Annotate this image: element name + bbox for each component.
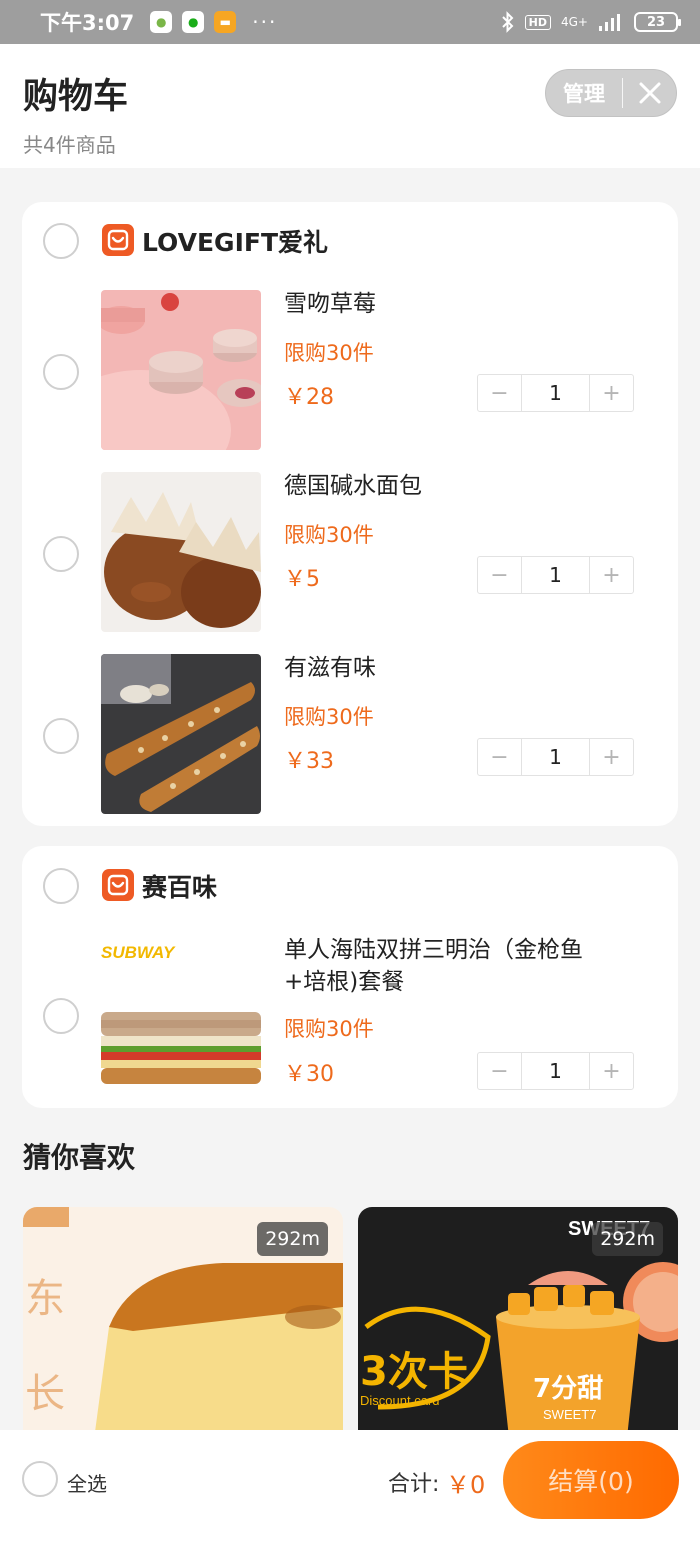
item-select-radio[interactable] xyxy=(43,998,79,1034)
product-price: ￥28 xyxy=(284,385,334,410)
promo-sub-text: Discount card xyxy=(360,1393,439,1408)
quantity-value[interactable]: 1 xyxy=(521,375,590,411)
recommend-card-sweet7[interactable]: SWEET7 3次卡 Discount card 7分甜 SWEET7 292m xyxy=(358,1207,678,1447)
close-icon xyxy=(639,82,660,104)
item-select-radio[interactable] xyxy=(43,718,79,754)
store-logo-icon xyxy=(102,869,134,901)
product-price: ￥33 xyxy=(284,749,334,774)
svg-text:长: 长 xyxy=(25,1371,65,1417)
product-name[interactable]: 有滋有味 xyxy=(284,652,376,684)
increase-button[interactable]: + xyxy=(590,375,633,411)
total-label: 合计: xyxy=(388,1472,440,1497)
quantity-value[interactable]: 1 xyxy=(521,1053,590,1089)
store-name[interactable]: LOVEGIFT爱礼 xyxy=(142,223,328,259)
store-select-radio[interactable] xyxy=(43,223,79,259)
signal-icon xyxy=(599,14,620,31)
svg-text:东: 东 xyxy=(25,1276,65,1322)
decrease-button[interactable]: − xyxy=(478,557,521,593)
store-logo-icon xyxy=(102,224,134,256)
product-name[interactable]: 德国碱水面包 xyxy=(284,470,422,502)
product-price: ￥5 xyxy=(284,567,320,592)
store-name[interactable]: 赛百味 xyxy=(142,868,217,904)
item-select-radio[interactable] xyxy=(43,354,79,390)
battery-icon: 23 xyxy=(634,12,681,32)
hd-icon: HD xyxy=(524,14,551,30)
recommend-card-cake[interactable]: 东 长 292m xyxy=(23,1207,343,1447)
subway-logo: SUBWAY xyxy=(101,943,176,962)
wechat-icon: ● xyxy=(182,11,205,33)
status-time: 下午3:07 xyxy=(40,11,135,35)
product-name-line1[interactable]: 单人海陆双拼三明治（金枪鱼 xyxy=(284,934,583,966)
increase-button[interactable]: + xyxy=(590,557,633,593)
distance-badge: 292m xyxy=(257,1222,328,1256)
store-card-lovegift: LOVEGIFT爱礼 雪吻草莓 限购30件 ￥28 − 1 + 德国碱水面包 限… xyxy=(22,202,678,826)
decrease-button[interactable]: − xyxy=(478,1053,521,1089)
increase-button[interactable]: + xyxy=(590,1053,633,1089)
product-price: ￥30 xyxy=(284,1062,334,1087)
page-title: 购物车 xyxy=(23,77,129,117)
distance-badge: 292m xyxy=(592,1222,663,1256)
product-image-strawberry[interactable] xyxy=(101,290,261,450)
select-all-radio[interactable] xyxy=(22,1461,58,1497)
product-image-pretzel-bread[interactable] xyxy=(101,472,261,632)
product-image-breadsticks[interactable] xyxy=(101,654,261,814)
product-image-sandwich[interactable]: SUBWAY xyxy=(101,936,261,1096)
note-app-icon: ▬ xyxy=(214,11,237,33)
purchase-limit: 限购30件 xyxy=(284,705,374,729)
product-name-line2[interactable]: +培根)套餐 xyxy=(284,966,404,998)
recommend-title: 猜你喜欢 xyxy=(23,1141,136,1174)
store-card-subway: 赛百味 SUBWAY 单人海陆双拼三明治（金枪鱼 +培根)套餐 限购30件 ￥3… xyxy=(22,846,678,1108)
cup-brand-text: 7分甜 xyxy=(533,1374,603,1404)
decrease-button[interactable]: − xyxy=(478,375,521,411)
cart-header: 购物车 共4件商品 管理 xyxy=(0,44,700,168)
purchase-limit: 限购30件 xyxy=(284,1017,374,1041)
select-all-label[interactable]: 全选 xyxy=(67,1468,107,1497)
close-button[interactable] xyxy=(623,81,676,105)
quantity-stepper: − 1 + xyxy=(477,374,634,412)
purchase-limit: 限购30件 xyxy=(284,523,374,547)
more-notifications-icon: ··· xyxy=(252,10,278,34)
product-name[interactable]: 雪吻草莓 xyxy=(284,288,376,320)
checkout-button[interactable]: 结算(0) xyxy=(503,1441,679,1519)
bluetooth-icon xyxy=(501,11,514,33)
status-bar: 下午3:07 ● ● ▬ ··· HD 4G+ 23 xyxy=(0,0,700,44)
quantity-value[interactable]: 1 xyxy=(521,739,590,775)
decrease-button[interactable]: − xyxy=(478,739,521,775)
capsule-divider xyxy=(622,78,623,108)
total-amount: ￥0 xyxy=(446,1471,486,1499)
header-actions-capsule: 管理 xyxy=(545,69,677,117)
cup-brand-sub: SWEET7 xyxy=(543,1407,596,1422)
app-notification-icon: ● xyxy=(150,11,173,33)
item-count: 共4件商品 xyxy=(23,133,116,157)
quantity-stepper: − 1 + xyxy=(477,556,634,594)
quantity-value[interactable]: 1 xyxy=(521,557,590,593)
network-type: 4G+ xyxy=(561,15,588,29)
promo-text: 3次卡 xyxy=(360,1349,468,1395)
manage-button[interactable]: 管理 xyxy=(546,78,622,108)
checkout-bar: 全选 合计: ￥0 结算(0) xyxy=(0,1430,700,1556)
increase-button[interactable]: + xyxy=(590,739,633,775)
purchase-limit: 限购30件 xyxy=(284,341,374,365)
quantity-stepper: − 1 + xyxy=(477,738,634,776)
quantity-stepper: − 1 + xyxy=(477,1052,634,1090)
store-select-radio[interactable] xyxy=(43,868,79,904)
item-select-radio[interactable] xyxy=(43,536,79,572)
